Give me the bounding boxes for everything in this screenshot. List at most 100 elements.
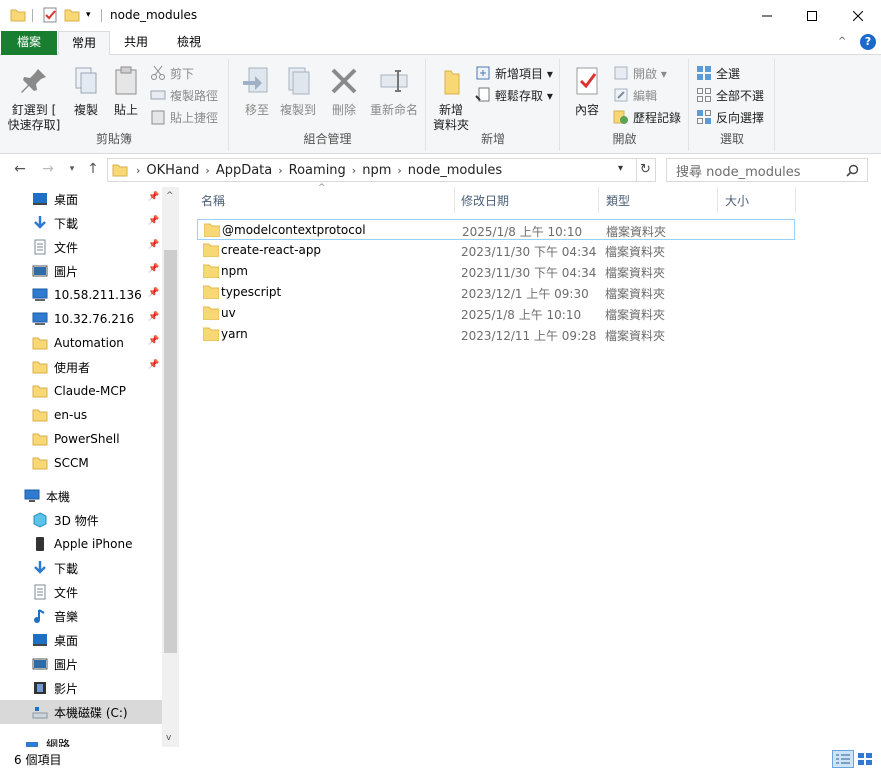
file-row[interactable]: yarn 2023/12/11 上午 09:28 檔案資料夾 [197,324,795,345]
this-pc-item-apple-iphone[interactable]: Apple iPhone [32,532,180,556]
file-name[interactable]: npm [221,264,248,278]
this-pc-item-3d[interactable]: 3D 物件 [32,508,180,532]
file-row[interactable]: @modelcontextprotocol 2025/1/8 上午 10:10 檔案… [197,219,795,240]
column-header-name[interactable]: 名稱 [201,187,225,215]
address-dropdown-icon[interactable]: ▾ [618,163,623,174]
breadcrumb-chevron-icon[interactable]: › [278,164,282,177]
quick-access-item[interactable]: PowerShell [32,427,180,451]
breadcrumb-chevron-icon[interactable]: › [352,164,356,177]
details-view-button[interactable] [832,750,854,768]
tab-view[interactable]: 檢視 [163,31,215,55]
pinned-icon[interactable]: 📌 [148,264,159,274]
this-pc-item-item[interactable]: 下載 [32,556,180,580]
scroll-down-icon[interactable]: v [166,733,171,743]
pinned-icon[interactable]: 📌 [148,312,159,322]
pinned-icon[interactable]: 📌 [148,192,159,202]
copy-path-button[interactable]: 複製路徑 [150,85,218,105]
this-pc-item-item[interactable]: 圖片 [32,652,180,676]
this-pc-item-item[interactable]: 音樂 [32,604,180,628]
quick-access-item[interactable]: en-us [32,403,180,427]
search-input[interactable]: 搜尋 node_modules [666,158,868,182]
breadcrumb-roaming[interactable]: Roaming [289,163,346,178]
this-pc-item-item[interactable]: 影片 [32,676,180,700]
file-name[interactable]: yarn [221,327,248,341]
easy-access-button[interactable]: 輕鬆存取 ▾ [475,85,553,105]
file-type: 檔案資料夾 [605,329,666,343]
new-folder-icon[interactable] [64,7,80,23]
pinned-icon[interactable]: 📌 [148,336,159,346]
copy-button[interactable]: 複製 [66,65,106,118]
file-name[interactable]: @modelcontextprotocol [222,223,366,237]
properties-button[interactable]: 內容 [567,65,607,118]
pinned-icon[interactable]: 📌 [148,288,159,298]
column-header-date[interactable]: 修改日期 [461,187,509,215]
minimize-button[interactable] [744,0,790,31]
scroll-up-icon[interactable]: ^ [166,191,174,201]
collapse-ribbon-icon[interactable]: ^ [838,36,846,47]
back-icon[interactable]: ← [10,161,30,179]
help-icon[interactable]: ? [860,34,876,50]
column-header-size[interactable]: 大小 [725,187,749,215]
large-icons-view-button[interactable] [856,750,876,768]
new-folder-button[interactable]: 新增 資料夾 [429,65,473,133]
column-divider[interactable] [598,187,599,213]
column-divider[interactable] [454,187,455,213]
column-divider[interactable] [717,187,718,213]
file-row[interactable]: uv 2025/1/8 上午 10:10 檔案資料夾 [197,303,795,324]
open-button[interactable]: 開啟 ▾ [613,63,667,83]
breadcrumb-chevron-icon[interactable]: › [136,164,140,177]
breadcrumb-npm[interactable]: npm [362,163,391,178]
file-row[interactable]: typescript 2023/12/1 上午 09:30 檔案資料夾 [197,282,795,303]
this-pc-item-item[interactable]: 文件 [32,580,180,604]
delete-button[interactable]: 刪除 [326,65,362,118]
file-name[interactable]: typescript [221,285,281,299]
nav-scrollbar-thumb[interactable] [164,250,177,653]
breadcrumb-chevron-icon[interactable]: › [205,164,209,177]
quick-access-item[interactable]: SCCM [32,451,180,475]
address-bar[interactable]: › OKHand › AppData › Roaming › npm › nod… [107,158,637,182]
breadcrumb-appdata[interactable]: AppData [216,163,272,178]
this-pc-item-item[interactable]: 桌面 [32,628,180,652]
this-pc-item[interactable]: 本機 [24,484,180,508]
customize-qat-icon[interactable]: ▾ [86,10,102,26]
paste-shortcut-button[interactable]: 貼上捷徑 [150,107,218,127]
file-row[interactable]: npm 2023/11/30 下午 04:34 檔案資料夾 [197,261,795,282]
pin-quick-access-button[interactable]: 釘選到 [ 快速存取] [6,65,62,133]
tab-file[interactable]: 檔案 [1,31,57,55]
rename-button[interactable]: 重新命名 [366,65,422,118]
select-all-button[interactable]: 全選 [696,63,740,83]
breadcrumb-node-modules[interactable]: node_modules [408,163,502,178]
pinned-icon[interactable]: 📌 [148,360,159,370]
file-name[interactable]: create-react-app [221,243,321,257]
file-row[interactable]: create-react-app 2023/11/30 下午 04:34 檔案資料夾 [197,240,795,261]
up-icon[interactable]: ↑ [83,161,103,179]
edit-button[interactable]: 編輯 [613,85,657,105]
close-button[interactable] [835,0,881,31]
tab-share[interactable]: 共用 [112,31,160,55]
pinned-icon[interactable]: 📌 [148,216,159,226]
recent-locations-icon[interactable]: ▾ [62,164,82,182]
file-name[interactable]: uv [221,306,236,320]
maximize-button[interactable] [789,0,835,31]
move-to-button[interactable]: 移至 [236,65,278,118]
quick-access-label: 圖片 [54,264,79,279]
history-button[interactable]: 歷程記錄 [613,107,681,127]
properties-icon[interactable] [42,7,58,23]
breadcrumb-chevron-icon[interactable]: › [397,164,401,177]
column-header-type[interactable]: 類型 [606,187,630,215]
cut-button[interactable]: 剪下 [150,63,194,83]
new-item-button[interactable]: 新增項目 ▾ [475,63,553,83]
network-item[interactable]: 網路 [24,732,180,747]
pinned-icon[interactable]: 📌 [148,240,159,250]
copy-to-button[interactable]: 複製到 [278,65,318,118]
this-pc-item-c[interactable]: 本機磁碟 (C:) [0,700,162,724]
invert-selection-button[interactable]: 反向選擇 [696,107,764,127]
select-none-button[interactable]: 全部不選 [696,85,764,105]
tab-home[interactable]: 常用 [58,31,110,56]
paste-button[interactable]: 貼上 [106,65,146,118]
breadcrumb-okhand[interactable]: OKHand [146,163,199,178]
refresh-button[interactable]: ↻ [636,158,656,182]
quick-access-item[interactable]: Claude-MCP [32,379,180,403]
forward-icon[interactable]: → [38,161,58,179]
column-divider[interactable] [795,187,796,213]
